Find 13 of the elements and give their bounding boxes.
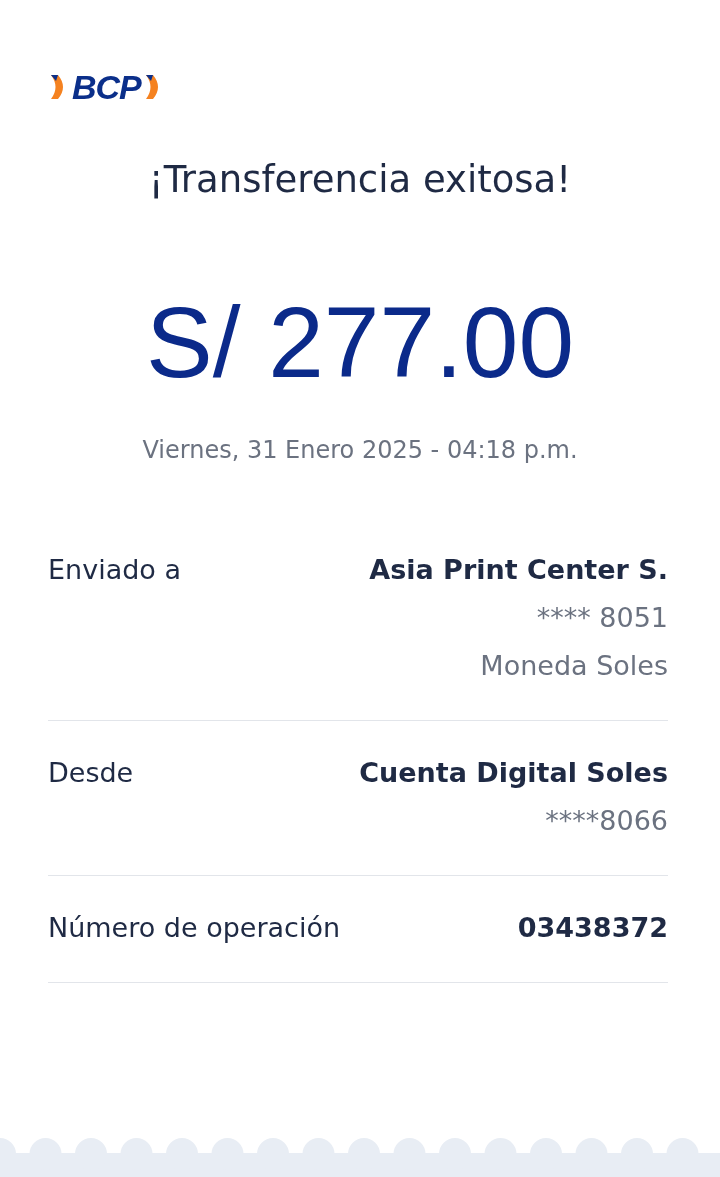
detail-value: Asia Print Center S. [369,552,668,587]
detail-label: Enviado a [48,552,181,587]
date: Viernes, 31 Enero 2025 - 04:18 p.m. [141,434,579,466]
detail-value: ****8066 [545,803,668,838]
detail-value: 03438372 [517,910,668,945]
detail-label: Número de operación [48,910,341,945]
detail-value: Moneda Soles [480,648,668,683]
title: ¡Transferencia exitosa! [147,157,573,203]
amount: S/ 277.00 [144,291,576,392]
detail-label: Desde [48,755,134,790]
detail-value: Cuenta Digital Soles [359,755,668,790]
logo-text: BCP [72,70,141,104]
detail-value: **** 8051 [536,600,668,635]
